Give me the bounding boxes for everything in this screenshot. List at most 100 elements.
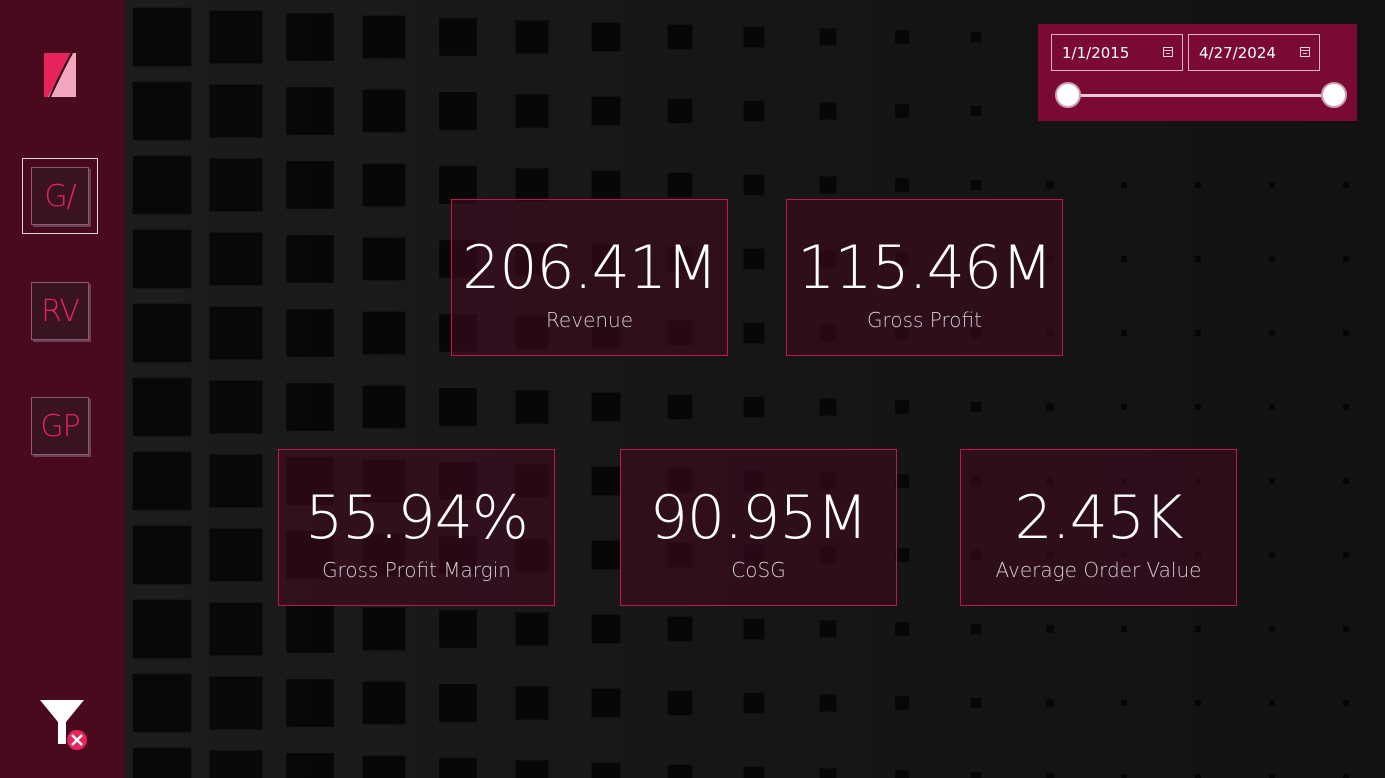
kpi-card-revenue: 206.41M Revenue xyxy=(451,199,728,356)
pattern-square xyxy=(439,758,477,778)
pattern-square xyxy=(819,694,837,712)
pattern-square xyxy=(591,96,621,126)
pattern-square xyxy=(209,454,263,508)
pattern-square xyxy=(1121,182,1127,188)
kpi-card-gross-profit-margin: 55.94% Gross Profit Margin xyxy=(278,449,555,606)
pattern-square xyxy=(209,750,263,778)
pattern-square xyxy=(970,179,982,191)
pattern-square xyxy=(970,771,982,778)
pattern-square xyxy=(209,380,263,434)
pattern-square xyxy=(286,235,334,283)
pattern-square xyxy=(132,451,192,511)
start-date-input[interactable]: 1/1/2015 xyxy=(1051,34,1183,71)
pattern-square xyxy=(1269,478,1275,484)
range-start-handle[interactable] xyxy=(1055,82,1081,108)
pattern-square xyxy=(209,602,263,656)
pattern-square xyxy=(895,474,909,488)
pattern-square xyxy=(667,616,693,642)
pattern-square xyxy=(515,390,549,424)
kpi-value: 206.41M xyxy=(462,233,718,303)
pattern-square xyxy=(515,686,549,720)
pattern-square xyxy=(132,525,192,585)
pattern-square xyxy=(362,385,406,429)
pattern-square xyxy=(439,684,477,722)
pattern-square xyxy=(895,30,909,44)
pattern-square xyxy=(209,10,263,64)
pattern-square xyxy=(362,681,406,725)
pattern-square xyxy=(515,20,549,54)
pattern-square xyxy=(819,398,837,416)
pattern-square xyxy=(1121,256,1127,262)
pattern-square xyxy=(1195,404,1201,410)
pattern-square xyxy=(819,620,837,638)
pattern-square xyxy=(1343,404,1349,410)
pattern-square xyxy=(362,607,406,651)
pattern-square xyxy=(591,22,621,52)
pattern-square xyxy=(667,394,693,420)
kpi-label: Gross Profit xyxy=(867,308,982,332)
pattern-square xyxy=(895,770,909,778)
kpi-value: 90.95M xyxy=(649,483,869,553)
pattern-square xyxy=(132,229,192,289)
pattern-square xyxy=(895,178,909,192)
pattern-square xyxy=(515,612,549,646)
pattern-square xyxy=(819,768,837,778)
pattern-square xyxy=(895,400,909,414)
pattern-square xyxy=(1195,774,1201,778)
end-date-input[interactable]: 4/27/2024 xyxy=(1188,34,1320,71)
pattern-square xyxy=(362,15,406,59)
nav-button-overview-label: G/ xyxy=(44,178,76,214)
pattern-square xyxy=(743,174,765,196)
pattern-square xyxy=(591,540,621,570)
pattern-square xyxy=(132,377,192,437)
pattern-square xyxy=(743,248,765,270)
range-end-handle[interactable] xyxy=(1321,82,1347,108)
nav-button-overview[interactable]: G/ xyxy=(31,167,89,225)
kpi-value: 2.45K xyxy=(1014,483,1184,553)
pattern-square xyxy=(667,764,693,778)
pattern-square xyxy=(286,161,334,209)
pattern-square xyxy=(819,28,837,46)
pattern-square xyxy=(667,98,693,124)
pattern-square xyxy=(1343,182,1349,188)
calendar-icon[interactable] xyxy=(1163,47,1173,57)
pattern-square xyxy=(286,87,334,135)
pattern-square xyxy=(362,311,406,355)
pattern-square xyxy=(362,755,406,778)
pattern-square xyxy=(439,388,477,426)
pattern-square xyxy=(515,94,549,128)
pattern-square xyxy=(970,31,982,43)
pattern-square xyxy=(591,688,621,718)
date-range-track[interactable] xyxy=(1068,94,1334,97)
calendar-icon[interactable] xyxy=(1300,47,1310,57)
pattern-square xyxy=(591,466,621,496)
start-date-value: 1/1/2015 xyxy=(1062,43,1130,62)
pattern-square xyxy=(132,7,192,67)
pattern-square xyxy=(1343,330,1349,336)
pattern-square xyxy=(1046,181,1054,189)
pattern-square xyxy=(1269,700,1275,706)
kpi-value: 55.94% xyxy=(305,483,529,553)
nav-button-revenue[interactable]: RV xyxy=(31,282,89,340)
pattern-square xyxy=(1269,182,1275,188)
pattern-square xyxy=(132,81,192,141)
pattern-square xyxy=(1121,700,1127,706)
pattern-square xyxy=(1046,699,1054,707)
end-date-value: 4/27/2024 xyxy=(1199,43,1276,62)
pattern-square xyxy=(209,84,263,138)
pattern-square xyxy=(1343,774,1349,778)
pattern-square xyxy=(667,690,693,716)
pattern-square xyxy=(132,155,192,215)
brand-logo-icon xyxy=(44,52,76,98)
pattern-square xyxy=(743,100,765,122)
pattern-square xyxy=(970,105,982,117)
pattern-square xyxy=(895,104,909,118)
nav-button-gross-profit[interactable]: GP xyxy=(31,397,89,455)
pattern-square xyxy=(439,610,477,648)
pattern-square xyxy=(1269,256,1275,262)
nav-button-gross-profit-label: GP xyxy=(40,408,80,444)
pattern-square xyxy=(286,679,334,727)
clear-filters-icon[interactable] xyxy=(38,698,90,752)
pattern-square xyxy=(970,401,982,413)
pattern-square xyxy=(743,692,765,714)
